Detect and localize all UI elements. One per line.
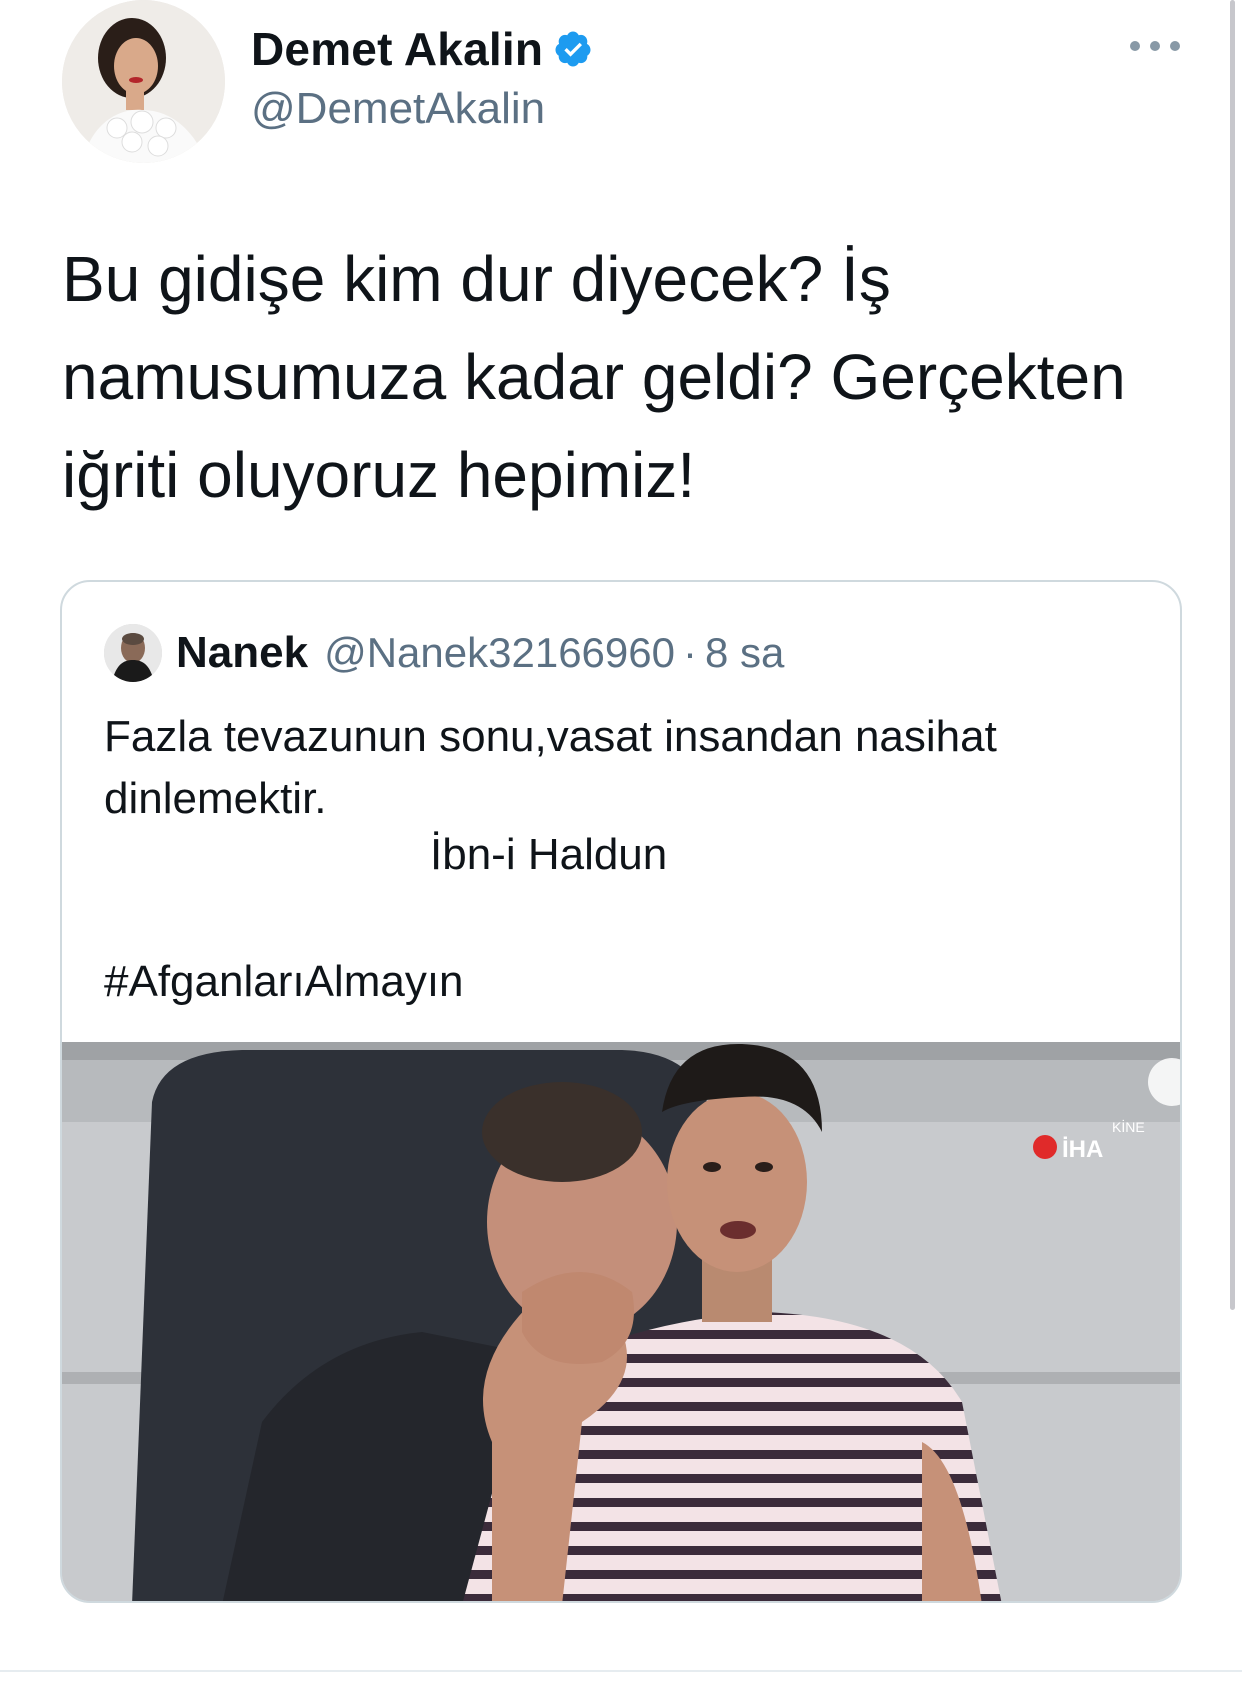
quoted-tweet-text: Fazla tevazunun sonu,vasat insandan nasi…	[104, 706, 1144, 830]
verified-badge-icon	[555, 31, 591, 67]
quoted-display-name[interactable]: Nanek	[176, 628, 308, 678]
author-handle[interactable]: @DemetAkalin	[251, 84, 545, 134]
quoted-author-avatar[interactable]	[104, 624, 162, 682]
tweet-text-line: iğriti oluyoruz hepimiz!	[62, 439, 696, 511]
scrollbar[interactable]	[1230, 0, 1235, 1310]
header-separator: ·	[683, 629, 697, 676]
more-dot	[1150, 41, 1160, 51]
tweet-text-line: namusumuza kadar geldi? Gerçekten	[62, 341, 1126, 413]
divider	[0, 1670, 1242, 1672]
quoted-quote-author: İbn-i Haldun	[430, 830, 668, 879]
quoted-text-line: Fazla tevazunun sonu,vasat insandan nasi…	[104, 712, 997, 761]
quoted-hashtag[interactable]: #AfganlarıAlmayın	[104, 957, 464, 1007]
media-watermark: İHA	[1062, 1136, 1103, 1163]
author-avatar[interactable]	[62, 0, 225, 163]
tweet-text-line: Bu gidişe kim dur diyecek? İş	[62, 243, 891, 315]
more-dot	[1170, 41, 1180, 51]
quoted-text-line: dinlemektir.	[104, 774, 327, 823]
more-horizontal-icon[interactable]	[1130, 34, 1180, 58]
more-dot	[1130, 41, 1140, 51]
quoted-timestamp[interactable]: 8 sa	[705, 629, 784, 677]
author-name-row[interactable]: Demet Akalin	[251, 22, 593, 76]
quoted-media-image[interactable]: İHA KİNE	[62, 1042, 1180, 1601]
quoted-tweet-header: Nanek @Nanek32166960 · 8 sa	[104, 624, 784, 682]
quoted-handle[interactable]: @Nanek32166960	[324, 629, 675, 677]
quoted-tweet-card[interactable]: Nanek @Nanek32166960 · 8 sa Fazla tevazu…	[60, 580, 1182, 1603]
media-corner-text: KİNE	[1112, 1118, 1145, 1135]
tweet-text: Bu gidişe kim dur diyecek? İş namusumuza…	[62, 230, 1192, 524]
media-illustration: İHA KİNE	[62, 1042, 1180, 1601]
author-display-name[interactable]: Demet Akalin	[251, 22, 543, 76]
